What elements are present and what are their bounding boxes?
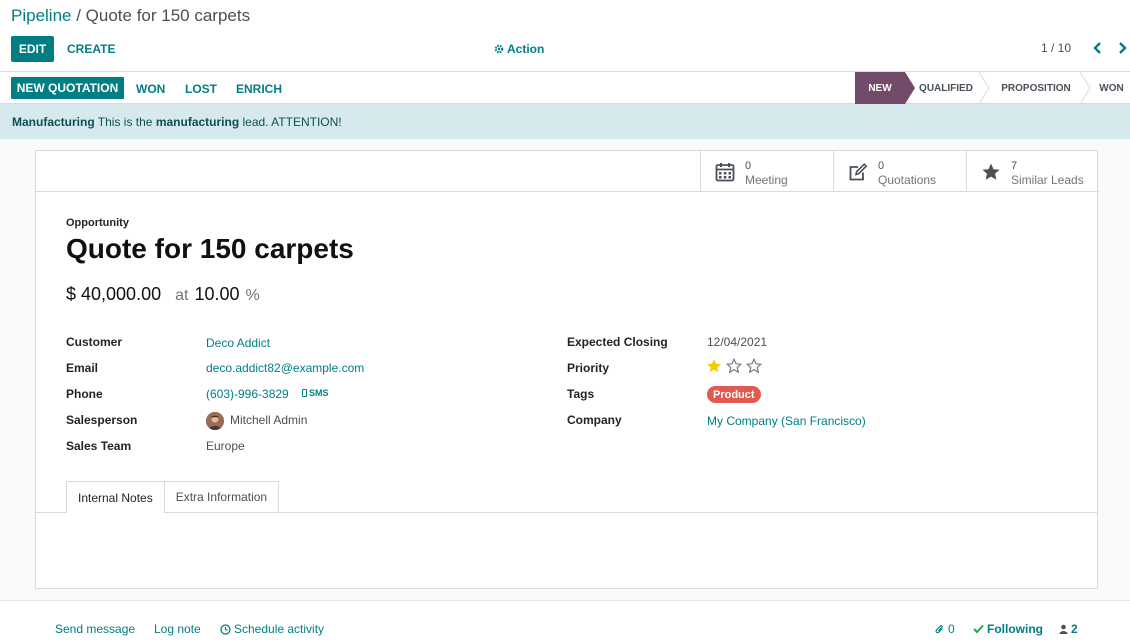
alert-keyword: manufacturing bbox=[155, 115, 240, 129]
chevron-left-icon[interactable] bbox=[1092, 40, 1104, 56]
tags-label: Tags bbox=[567, 387, 595, 401]
email-link[interactable]: deco.addict82@example.com bbox=[206, 361, 364, 375]
quotations-smart-button[interactable]: 0 Quotations bbox=[833, 151, 966, 192]
customer-label: Customer bbox=[66, 335, 123, 349]
alert-banner: Manufacturing This is the manufacturing … bbox=[0, 104, 1130, 139]
check-icon bbox=[973, 624, 984, 634]
quotations-count: 0 bbox=[878, 160, 885, 172]
create-button[interactable]: CREATE bbox=[67, 42, 115, 56]
following-label: Following bbox=[987, 622, 1043, 636]
salesperson-label: Salesperson bbox=[66, 413, 138, 427]
sales-team-value[interactable]: Europe bbox=[206, 439, 245, 453]
followers-count: 2 bbox=[1071, 622, 1078, 636]
breadcrumb: Pipeline / Quote for 150 carpets bbox=[11, 6, 250, 26]
star-icon bbox=[982, 163, 1000, 180]
lost-button[interactable]: LOST bbox=[185, 82, 217, 96]
alert-text-1: This is the bbox=[94, 115, 156, 129]
edit-icon bbox=[849, 163, 868, 181]
record-type-label: Opportunity bbox=[66, 217, 129, 229]
percent-sign: % bbox=[245, 287, 260, 304]
send-message-button[interactable]: Send message bbox=[55, 622, 135, 636]
stage-arrow bbox=[1080, 72, 1091, 104]
new-quotation-button[interactable]: NEW QUOTATION bbox=[11, 77, 124, 99]
breadcrumb-pipeline-link[interactable]: Pipeline bbox=[11, 6, 72, 25]
meeting-label: Meeting bbox=[745, 173, 788, 187]
calendar-icon bbox=[715, 163, 735, 182]
chatter-topbar: Send message Log note Schedule activity … bbox=[0, 600, 1130, 643]
sms-label: SMS bbox=[309, 388, 329, 398]
divider bbox=[36, 191, 700, 192]
revenue-amount: $ 40,000.00 bbox=[66, 284, 162, 304]
attachments-count: 0 bbox=[948, 622, 955, 636]
meeting-count: 0 bbox=[745, 160, 752, 172]
tab-extra-information[interactable]: Extra Information bbox=[164, 481, 280, 512]
enrich-button[interactable]: ENRICH bbox=[236, 82, 282, 96]
breadcrumb-separator: / bbox=[71, 6, 86, 25]
alert-prefix: Manufacturing bbox=[12, 115, 95, 129]
gear-icon bbox=[494, 44, 504, 54]
statusbar: NEW QUOTATION WON LOST ENRICH NEW QUALIF… bbox=[0, 72, 1130, 104]
star-empty-icon[interactable] bbox=[746, 358, 762, 374]
stage-proposition[interactable]: PROPOSITION bbox=[993, 72, 1079, 104]
quotations-label: Quotations bbox=[878, 173, 937, 187]
stage-won[interactable]: WON bbox=[1093, 72, 1130, 104]
revenue-at: at bbox=[175, 287, 189, 304]
clock-icon bbox=[220, 623, 231, 635]
attachments-button[interactable]: 0 bbox=[935, 622, 955, 636]
probability-value: 10.00 bbox=[194, 284, 240, 304]
stage-arrow bbox=[979, 72, 990, 104]
user-icon bbox=[1059, 624, 1068, 634]
avatar-icon bbox=[206, 412, 224, 430]
followers-button[interactable]: 2 bbox=[1059, 622, 1078, 636]
similar-leads-count: 7 bbox=[1011, 160, 1018, 172]
expected-closing-value[interactable]: 12/04/2021 bbox=[707, 335, 767, 349]
expected-revenue: $ 40,000.00 at 10.00 % bbox=[66, 284, 260, 305]
pager-value[interactable]: 1 / 10 bbox=[1041, 41, 1071, 55]
control-panel: Pipeline / Quote for 150 carpets EDIT CR… bbox=[0, 0, 1130, 72]
star-empty-icon[interactable] bbox=[726, 358, 742, 374]
stage-qualified[interactable]: QUALIFIED bbox=[915, 72, 977, 104]
priority-label: Priority bbox=[567, 361, 610, 375]
action-label: Action bbox=[507, 42, 545, 56]
following-button[interactable]: Following bbox=[973, 622, 1043, 636]
smart-button-box: 0 Meeting 0 Quotations 7 Similar Leads bbox=[700, 151, 1099, 192]
similar-leads-smart-button[interactable]: 7 Similar Leads bbox=[966, 151, 1099, 192]
chevron-right-icon[interactable] bbox=[1116, 40, 1128, 56]
notebook-tabs: Internal Notes Extra Information bbox=[66, 481, 280, 513]
mobile-icon bbox=[302, 389, 307, 397]
breadcrumb-current: Quote for 150 carpets bbox=[85, 6, 251, 25]
sales-team-label: Sales Team bbox=[66, 439, 132, 453]
schedule-activity-button[interactable]: Schedule activity bbox=[220, 622, 324, 636]
sms-button[interactable]: SMS bbox=[302, 388, 329, 398]
paperclip-icon bbox=[935, 624, 943, 633]
alert-text-2: lead. ATTENTION! bbox=[239, 115, 342, 129]
lead-title: Quote for 150 carpets bbox=[66, 233, 354, 264]
edit-button[interactable]: EDIT bbox=[11, 36, 54, 62]
similar-leads-label: Similar Leads bbox=[1011, 173, 1084, 187]
schedule-activity-label: Schedule activity bbox=[234, 622, 325, 636]
stage-new[interactable]: NEW bbox=[855, 72, 905, 104]
email-label: Email bbox=[66, 361, 99, 375]
company-link[interactable]: My Company (San Francisco) bbox=[707, 414, 866, 428]
customer-link[interactable]: Deco Addict bbox=[206, 336, 270, 350]
log-note-button[interactable]: Log note bbox=[154, 622, 201, 636]
expected-closing-label: Expected Closing bbox=[567, 335, 668, 349]
avatar bbox=[206, 412, 224, 430]
phone-link[interactable]: (603)-996-3829 bbox=[206, 387, 289, 401]
form-sheet: 0 Meeting 0 Quotations 7 Similar Leads O… bbox=[35, 150, 1099, 589]
phone-label: Phone bbox=[66, 387, 103, 401]
tag-badge[interactable]: Product bbox=[707, 386, 761, 403]
meeting-smart-button[interactable]: 0 Meeting bbox=[700, 151, 833, 192]
star-filled-icon[interactable] bbox=[706, 358, 722, 374]
priority-stars bbox=[706, 358, 762, 374]
tab-internal-notes[interactable]: Internal Notes bbox=[66, 481, 165, 513]
action-menu[interactable]: Action bbox=[494, 42, 544, 56]
company-label: Company bbox=[567, 413, 622, 427]
won-button[interactable]: WON bbox=[136, 82, 165, 96]
salesperson-value[interactable]: Mitchell Admin bbox=[230, 413, 307, 427]
